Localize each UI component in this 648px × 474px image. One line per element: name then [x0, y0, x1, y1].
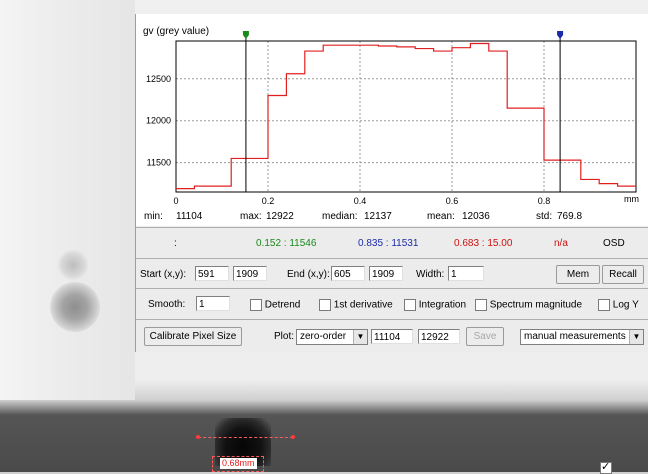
- plot-frame: [175, 40, 637, 193]
- x-tick-label: 0.8: [538, 196, 551, 206]
- recall-button[interactable]: Recall: [602, 265, 644, 284]
- plot-mode-value: zero-order: [300, 331, 347, 342]
- profile-line: [176, 42, 636, 190]
- stat-std-value: 769.8: [557, 211, 583, 222]
- stat-mean-value: 12036: [462, 211, 490, 222]
- stat-median-value: 12137: [364, 211, 392, 222]
- save-button[interactable]: Save: [466, 327, 504, 346]
- stat-max-value: 12922: [266, 211, 294, 222]
- profile-plot[interactable]: 12500 12000 11500 0 0.2 0.4 0.6 0.8: [136, 14, 648, 210]
- smooth-label: Smooth:: [148, 299, 186, 310]
- x-tick-label: 0.6: [446, 196, 459, 206]
- osd-label: OSD: [603, 238, 625, 249]
- logy-option[interactable]: Log Y: [598, 299, 639, 311]
- start-label: Start (x,y):: [140, 269, 187, 280]
- detrend-option[interactable]: Detrend: [250, 299, 300, 311]
- detrend-checkbox[interactable]: [250, 299, 262, 311]
- logy-checkbox[interactable]: [598, 299, 610, 311]
- plot-area: 12500 12000 11500 0 0.2 0.4 0.6 0.8 gv (grey va…: [136, 14, 648, 226]
- stat-std-label: std:: [536, 211, 553, 222]
- smooth-input[interactable]: 1: [196, 296, 230, 311]
- separator: [136, 288, 648, 289]
- y-tick-label: 12500: [146, 74, 171, 84]
- profile-panel: 12500 12000 11500 0 0.2 0.4 0.6 0.8 gv (grey va…: [135, 14, 648, 474]
- measurement-line[interactable]: [198, 437, 293, 438]
- stats-row: min: 11104 max: 12922 median: 12137 mean…: [136, 210, 648, 228]
- y-tick-label: 12000: [146, 116, 171, 126]
- x-unit-label: mm: [624, 194, 639, 204]
- logy-label: Log Y: [612, 299, 639, 311]
- plot-mode-label: Plot:: [274, 331, 295, 342]
- integration-label: Integration: [418, 299, 467, 311]
- first-derivative-checkbox[interactable]: [319, 299, 331, 311]
- cursor-na-value: n/a: [554, 238, 568, 249]
- plot-max-input[interactable]: 12922: [418, 329, 460, 344]
- osd-checkbox[interactable]: [600, 460, 612, 474]
- detrend-label: Detrend: [264, 299, 301, 311]
- chevron-down-icon[interactable]: ▼: [629, 330, 643, 344]
- stat-mean-label: mean:: [427, 211, 455, 222]
- image-spot-small: [58, 250, 88, 280]
- width-label: Width:: [416, 269, 445, 280]
- mem-button[interactable]: Mem: [556, 265, 600, 284]
- measurements-select[interactable]: manual measurements ▼: [520, 329, 644, 345]
- spectrum-option[interactable]: Spectrum magnitude: [475, 299, 582, 311]
- start-x-input[interactable]: 591: [195, 266, 229, 281]
- spectrum-label: Spectrum magnitude: [489, 299, 583, 311]
- x-tick-label: 0: [173, 196, 178, 206]
- integration-checkbox[interactable]: [404, 299, 416, 311]
- measurement-handle-right[interactable]: [291, 435, 295, 439]
- separator: [136, 258, 648, 259]
- calibrate-pixel-size-button[interactable]: Calibrate Pixel Size: [144, 327, 242, 346]
- plot-title: gv (grey value): [143, 26, 210, 37]
- cursor-green-value: 0.152 : 11546: [256, 238, 317, 249]
- stat-max-label: max:: [240, 211, 262, 222]
- x-tick-label: 0.2: [262, 196, 275, 206]
- cursor-blue-value: 0.835 : 11531: [358, 238, 419, 249]
- plot-mode-select[interactable]: zero-order ▼: [296, 329, 368, 345]
- cursor-marker-blue: [557, 31, 564, 39]
- osd-checkbox-wrap[interactable]: OSD: [600, 238, 625, 474]
- first-derivative-option[interactable]: 1st derivative: [319, 299, 393, 311]
- end-label: End (x,y):: [287, 269, 330, 280]
- stat-min-value: 11104: [176, 211, 203, 222]
- cursor-marker-green: [242, 31, 249, 39]
- chevron-down-icon[interactable]: ▼: [353, 330, 367, 344]
- end-x-input[interactable]: 605: [331, 266, 365, 281]
- image-spot-large: [50, 282, 100, 332]
- measurement-handle-left[interactable]: [196, 435, 200, 439]
- cursor-colon: :: [174, 238, 177, 249]
- stat-median-label: median:: [322, 211, 358, 222]
- end-y-input[interactable]: 1909: [369, 266, 403, 281]
- start-y-input[interactable]: 1909: [233, 266, 267, 281]
- y-tick-label: 11500: [147, 158, 171, 168]
- cursor-distance-value: 0.683 : 15.00: [454, 238, 513, 249]
- image-background-left: [0, 0, 135, 400]
- measurement-label: 0.68mm: [220, 458, 257, 469]
- plot-min-input[interactable]: 11104: [371, 329, 413, 344]
- first-derivative-label: 1st derivative: [333, 299, 393, 311]
- spectrum-checkbox[interactable]: [475, 299, 487, 311]
- integration-option[interactable]: Integration: [404, 299, 466, 311]
- separator: [136, 319, 648, 320]
- measurements-value: manual measurements: [524, 331, 626, 342]
- separator: [136, 227, 648, 228]
- width-input[interactable]: 1: [448, 266, 484, 281]
- x-tick-label: 0.4: [354, 196, 367, 206]
- stat-min-label: min:: [144, 211, 163, 222]
